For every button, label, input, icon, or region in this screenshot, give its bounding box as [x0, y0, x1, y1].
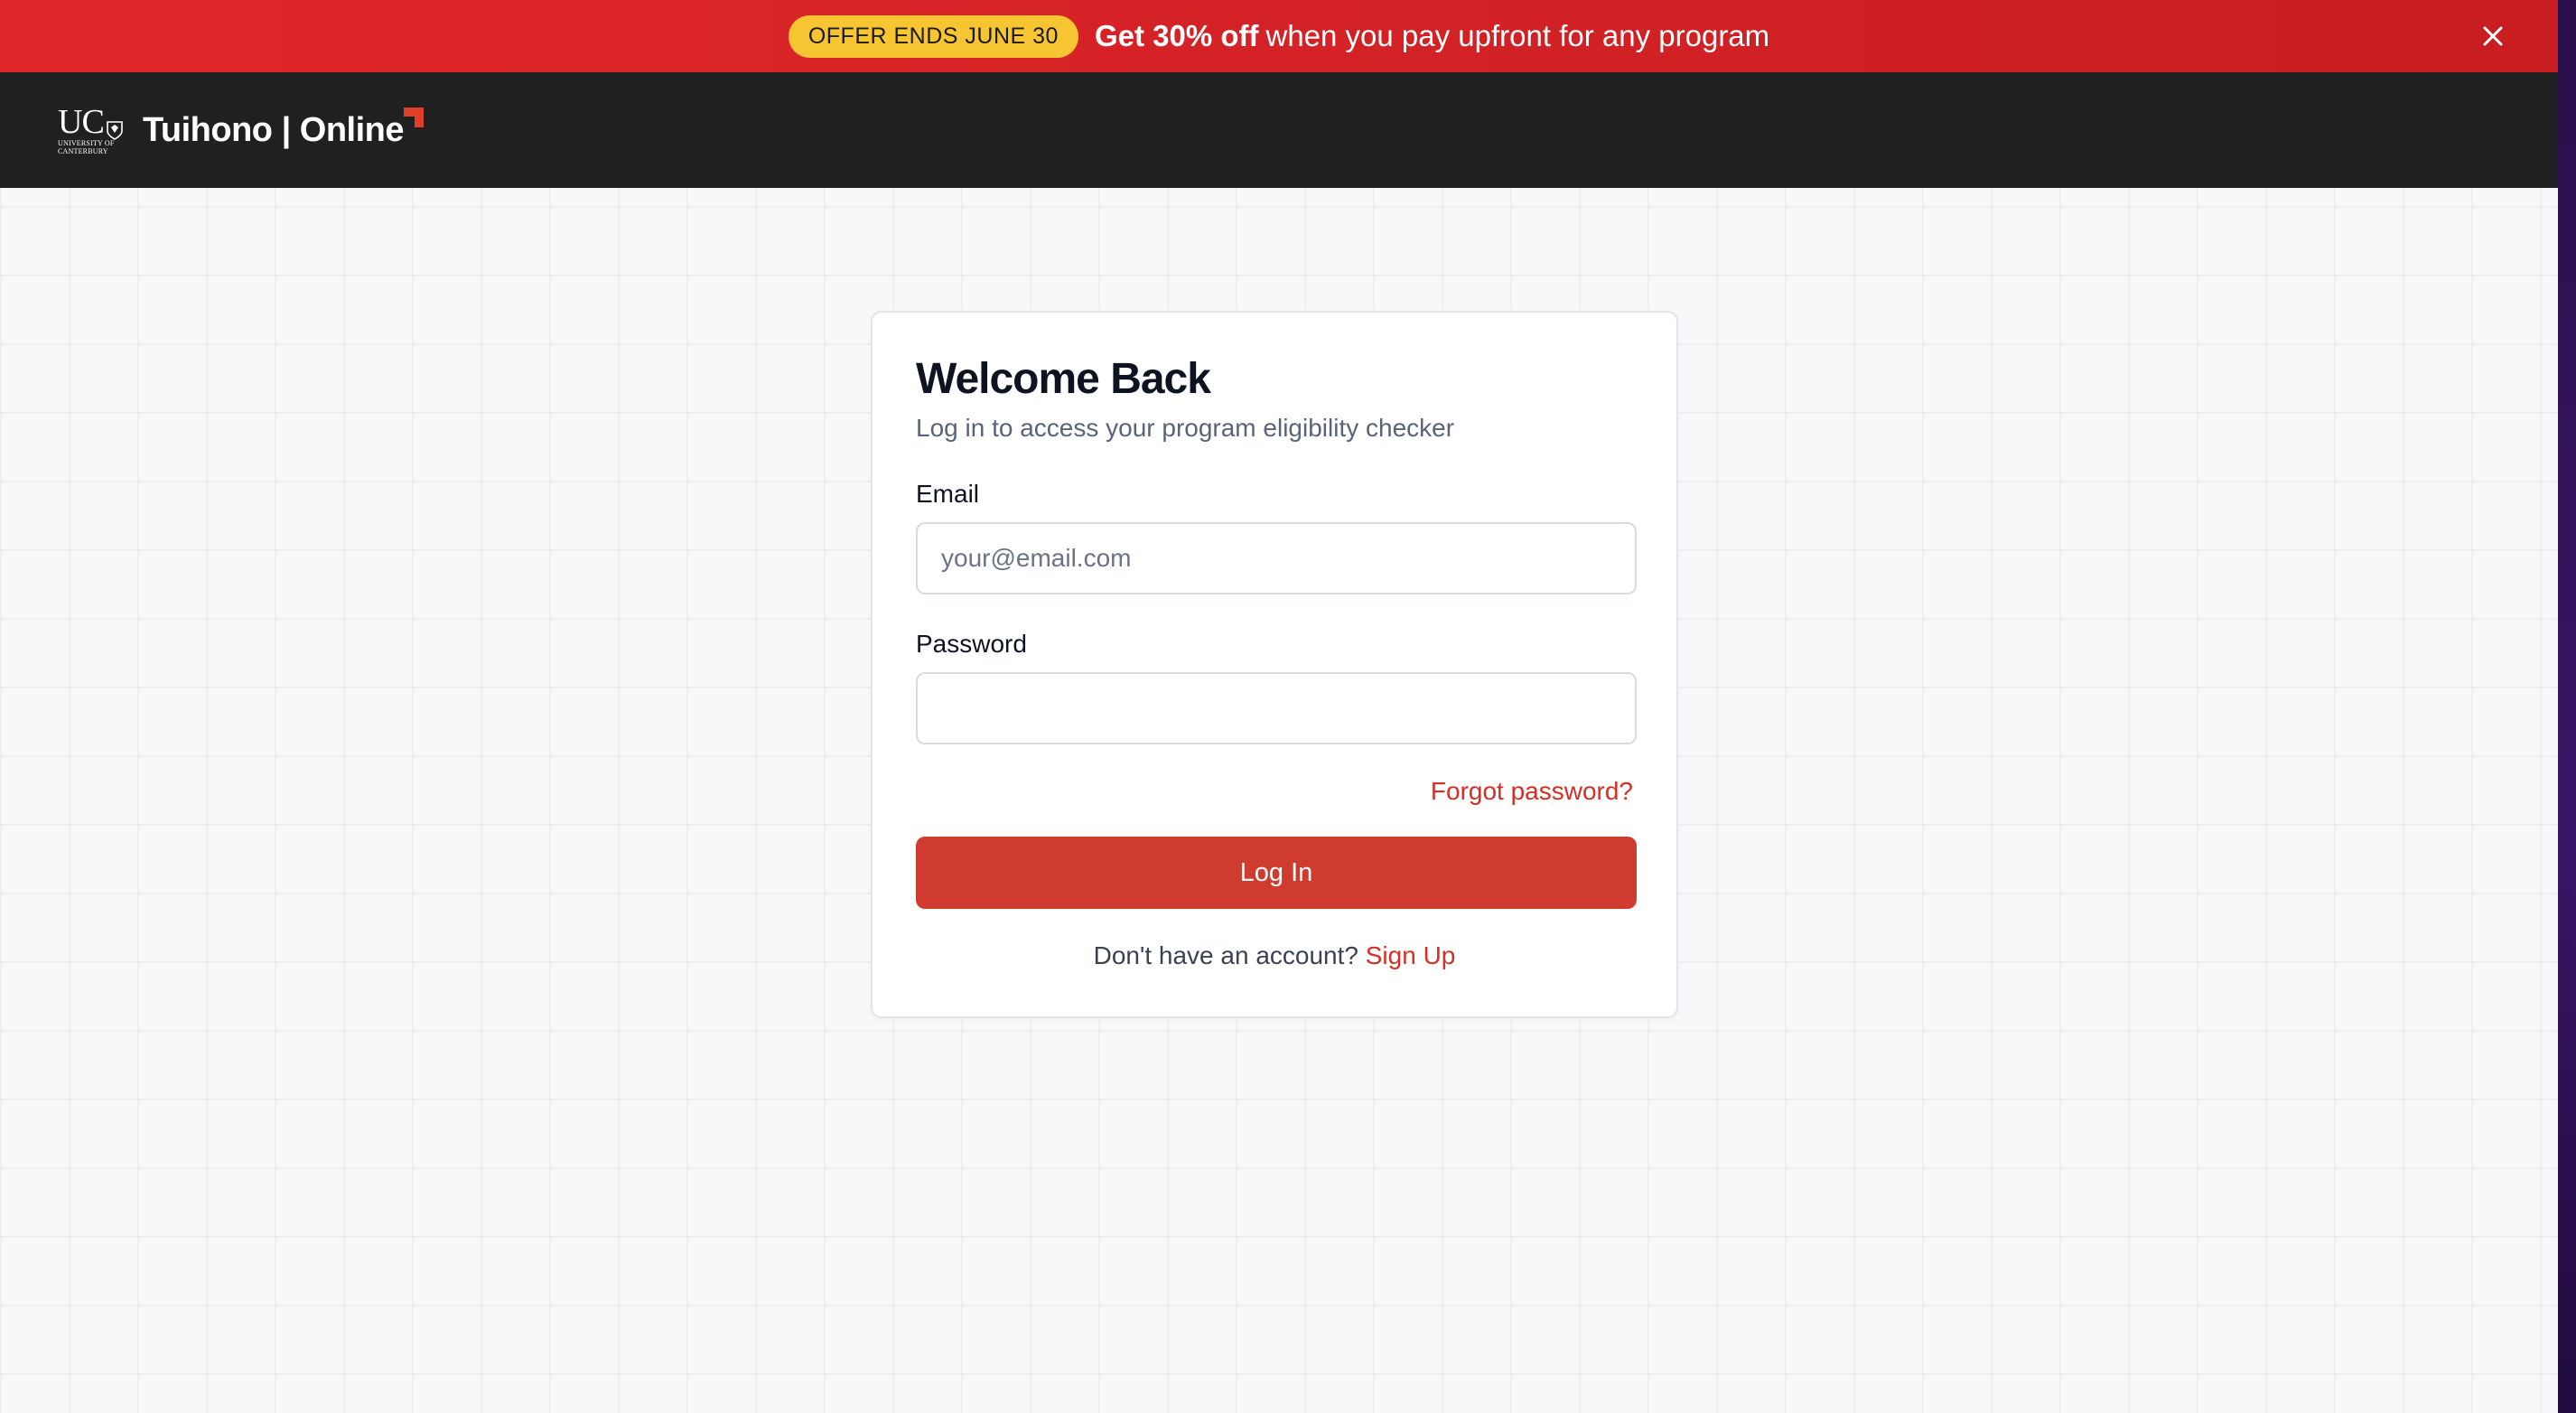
promo-headline: Get 30% off when you pay upfront for any …	[1095, 19, 1769, 53]
close-icon[interactable]	[2477, 20, 2509, 52]
brand-name: Tuihono | Online	[143, 110, 405, 149]
brand-logo[interactable]: Tuihono | Online	[143, 107, 424, 150]
promo-banner: OFFER ENDS JUNE 30 Get 30% off when you p…	[0, 0, 2558, 72]
site-header: UC UNIVERSITY OF CANTERBURY Tuihono | On…	[0, 72, 2558, 188]
password-label: Password	[916, 630, 1027, 658]
uc-letters-text: UC	[58, 103, 105, 141]
email-field[interactable]	[916, 522, 1637, 594]
signup-link[interactable]: Sign Up	[1366, 941, 1456, 969]
uc-logo-subtitle-2: CANTERBURY	[58, 147, 108, 155]
promo-headline-rest: when you pay upfront for any program	[1265, 19, 1770, 52]
window-edge	[2558, 0, 2576, 1413]
promo-headline-strong: Get 30% off	[1094, 19, 1259, 52]
login-subtitle: Log in to access your program eligibilit…	[916, 414, 1455, 442]
password-field[interactable]	[916, 672, 1637, 744]
email-label: Email	[916, 480, 980, 508]
promo-content: OFFER ENDS JUNE 30 Get 30% off when you p…	[788, 14, 1769, 58]
offer-badge: OFFER ENDS JUNE 30	[788, 14, 1078, 58]
page: OFFER ENDS JUNE 30 Get 30% off when you p…	[0, 0, 2558, 1413]
forgot-password-row: Forgot password?	[916, 777, 1633, 808]
uc-logo[interactable]: UC UNIVERSITY OF CANTERBURY	[58, 105, 126, 155]
brand-corner-icon	[404, 107, 424, 127]
uc-logo-subtitle-1: UNIVERSITY OF	[58, 139, 115, 147]
login-button[interactable]: Log In	[916, 837, 1637, 909]
signup-row: Don't have an account? Sign Up	[916, 941, 1633, 970]
uc-logo-letters: UC	[58, 103, 124, 141]
login-card: Welcome Back Log in to access your progr…	[871, 311, 1678, 1018]
signup-prompt: Don't have an account?	[1093, 941, 1358, 969]
forgot-password-link[interactable]: Forgot password?	[1431, 777, 1633, 805]
crest-icon	[106, 112, 124, 140]
login-title: Welcome Back	[916, 355, 1211, 403]
